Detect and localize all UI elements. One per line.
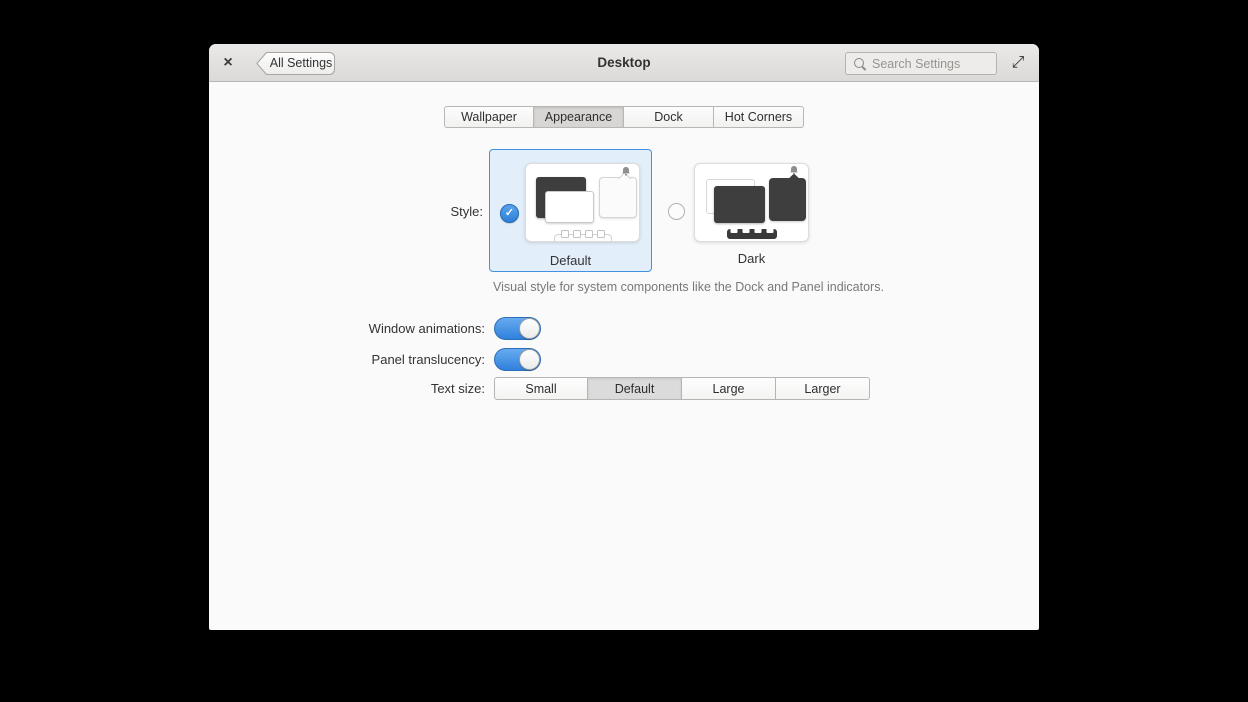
expand-icon[interactable]: ⤢ xyxy=(1008,44,1028,82)
style-option-dark-label: Dark xyxy=(694,251,809,266)
style-option-default[interactable]: ✓ Default xyxy=(489,149,652,272)
bell-icon xyxy=(622,167,630,176)
text-size-large[interactable]: Large xyxy=(682,377,776,400)
search-placeholder: Search Settings xyxy=(872,57,960,71)
text-size-default[interactable]: Default xyxy=(588,377,682,400)
text-size-small[interactable]: Small xyxy=(494,377,588,400)
category-tabbar: Wallpaper Appearance Dock Hot Corners xyxy=(444,106,804,128)
style-option-default-label: Default xyxy=(490,253,651,268)
window-animations-label: Window animations: xyxy=(209,321,485,336)
radio-unchecked-dark[interactable] xyxy=(668,203,685,220)
header-bar: × All Settings Desktop Search Settings ⤢ xyxy=(209,44,1039,82)
tab-hot-corners[interactable]: Hot Corners xyxy=(714,106,804,128)
preview-popover xyxy=(599,177,637,218)
window-animations-toggle[interactable] xyxy=(494,317,541,340)
default-style-preview xyxy=(525,163,640,242)
tab-wallpaper[interactable]: Wallpaper xyxy=(444,106,534,128)
search-icon xyxy=(853,57,867,71)
text-size-segmented-control: Small Default Large Larger xyxy=(494,377,870,400)
bell-icon xyxy=(790,166,798,175)
settings-window: × All Settings Desktop Search Settings ⤢… xyxy=(209,44,1039,630)
text-size-larger[interactable]: Larger xyxy=(776,377,870,400)
style-label: Style: xyxy=(209,204,483,219)
toggle-knob xyxy=(519,318,540,339)
radio-checked-icon[interactable]: ✓ xyxy=(500,204,519,223)
preview-dark-window xyxy=(714,186,765,223)
style-option-dark[interactable] xyxy=(694,163,809,242)
preview-light-window xyxy=(545,191,594,223)
tab-dock[interactable]: Dock xyxy=(624,106,714,128)
text-size-label: Text size: xyxy=(209,381,485,396)
preview-dock-icons xyxy=(561,230,605,238)
panel-translucency-label: Panel translucency: xyxy=(209,352,485,367)
style-description: Visual style for system components like … xyxy=(493,280,884,294)
panel-translucency-toggle[interactable] xyxy=(494,348,541,371)
tab-appearance[interactable]: Appearance xyxy=(534,106,624,128)
preview-dock-icons xyxy=(730,226,773,233)
preview-popover xyxy=(769,178,806,221)
toggle-knob xyxy=(519,349,540,370)
search-input[interactable]: Search Settings xyxy=(845,52,997,75)
